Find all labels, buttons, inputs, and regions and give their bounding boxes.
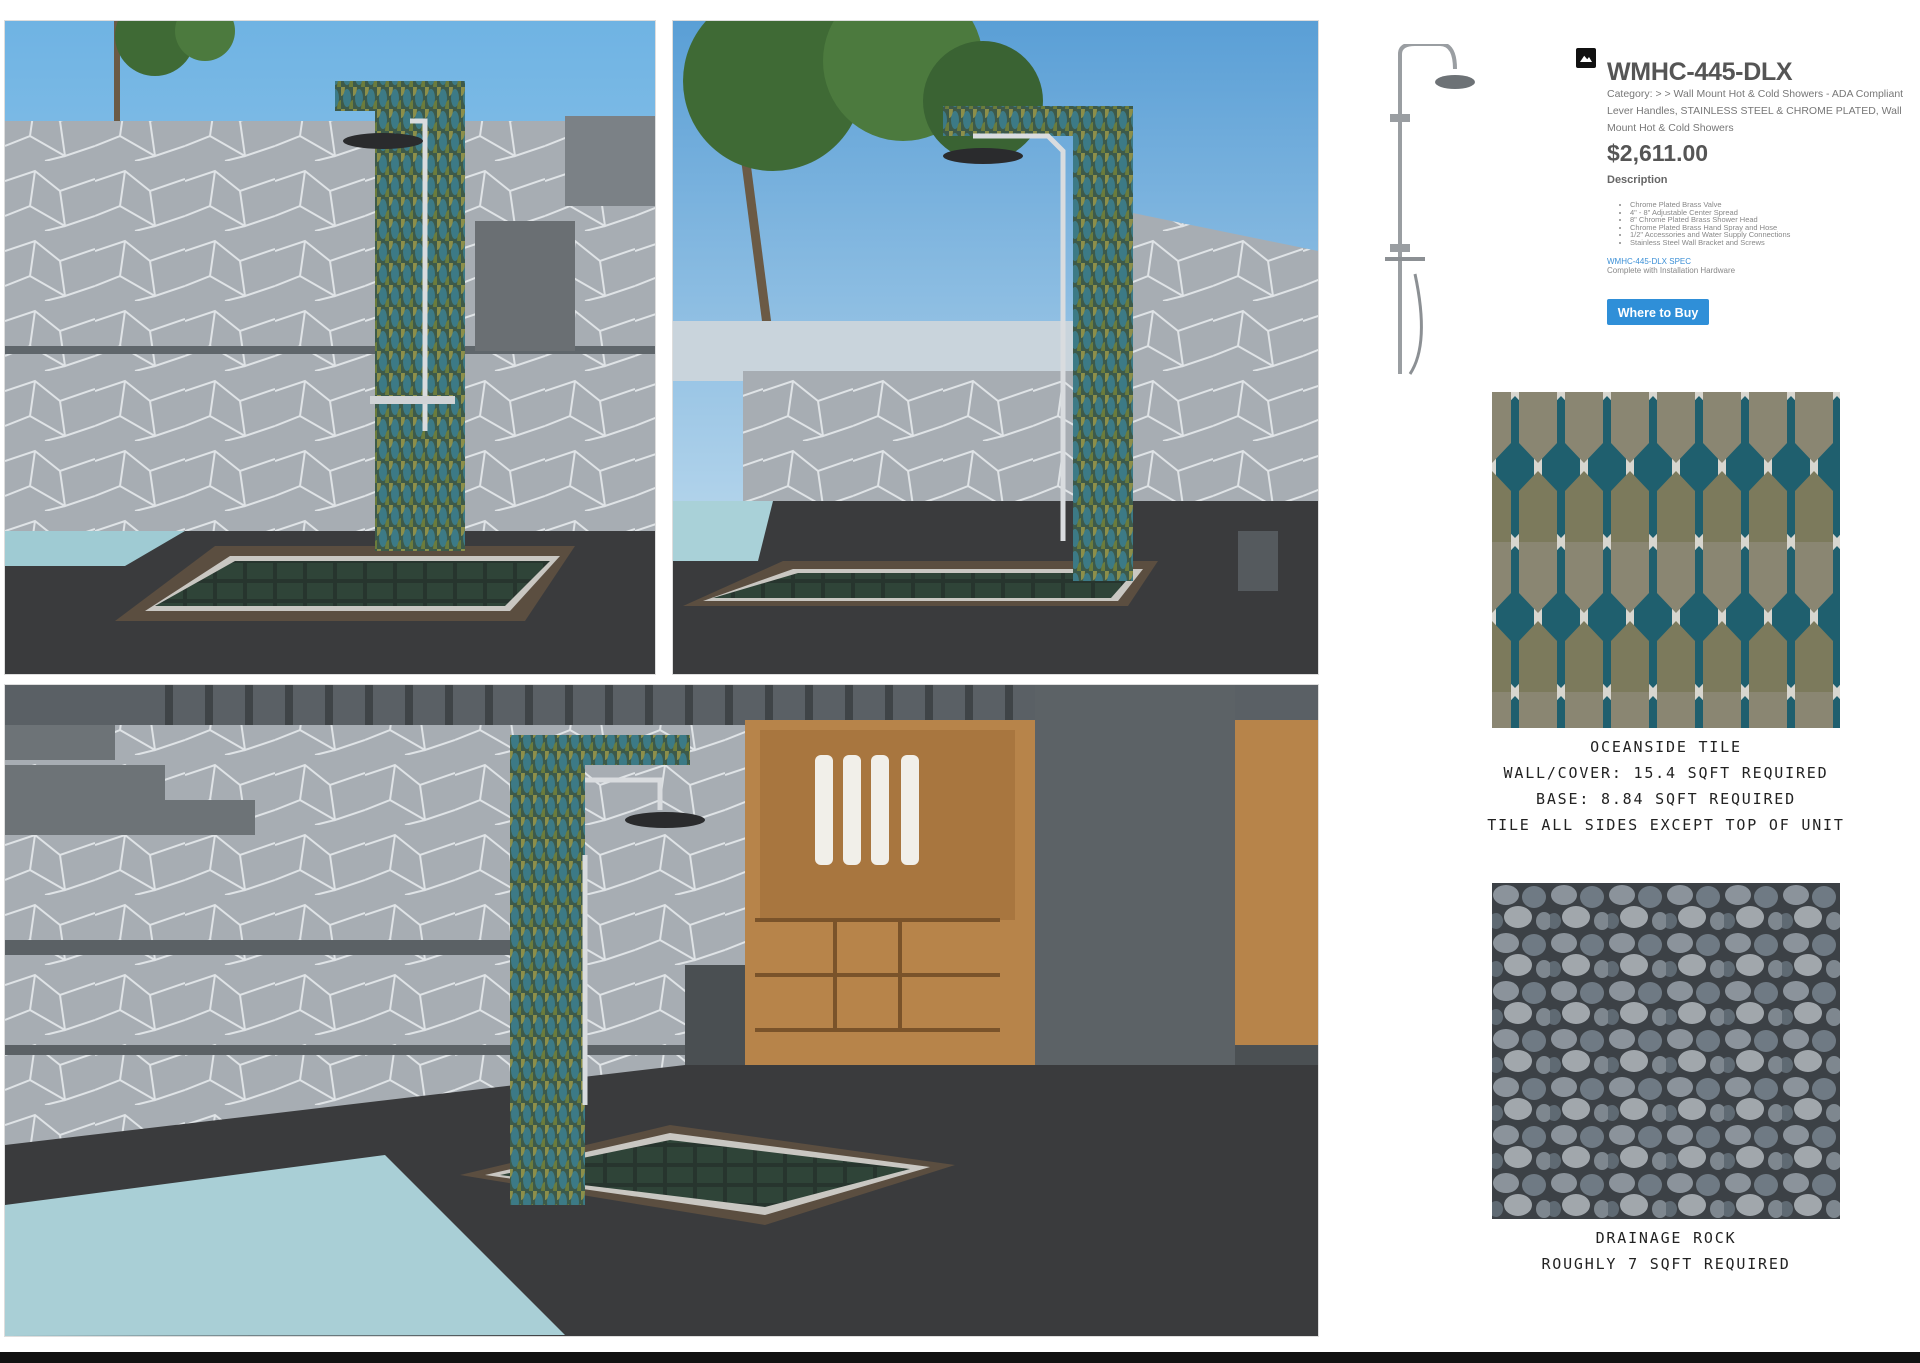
drainage-rock-swatch <box>1492 883 1840 1219</box>
spec-link[interactable]: WMHC-445-DLX SPEC <box>1607 257 1691 266</box>
description-list: Chrome Plated Brass Valve 4" - 8" Adjust… <box>1620 201 1790 247</box>
render-scene-2 <box>673 21 1318 674</box>
tile-caption-note: TILE ALL SIDES EXCEPT TOP OF UNIT <box>1487 816 1845 834</box>
rock-caption-amount: ROUGHLY 7 SQFT REQUIRED <box>1541 1255 1791 1273</box>
rock-caption-name: DRAINAGE ROCK <box>1595 1229 1737 1247</box>
render-view-front <box>4 20 656 675</box>
where-to-buy-button[interactable]: Where to Buy <box>1607 299 1709 325</box>
description-heading: Description <box>1607 174 1668 186</box>
spec-note: Complete with Installation Hardware <box>1607 266 1736 275</box>
product-title: WMHC-445-DLX <box>1607 58 1793 86</box>
image-icon <box>1576 48 1596 68</box>
product-category: Category: > > Wall Mount Hot & Cold Show… <box>1607 88 1904 134</box>
render-view-wide <box>4 684 1319 1337</box>
render-view-side <box>672 20 1319 675</box>
shower-fixture-photo <box>1385 44 1475 375</box>
render-scene-3 <box>5 685 1318 1336</box>
product-price: $2,611.00 <box>1607 140 1709 166</box>
tile-caption-wall: WALL/COVER: 15.4 SQFT REQUIRED <box>1503 764 1829 782</box>
tile-caption-name: OCEANSIDE TILE <box>1590 738 1742 756</box>
description-item: Stainless Steel Wall Bracket and Screws <box>1630 239 1790 247</box>
bottom-border <box>0 1352 1920 1363</box>
render-scene-1 <box>5 21 655 674</box>
tile-caption-base: BASE: 8.84 SQFT REQUIRED <box>1536 790 1796 808</box>
oceanside-tile-swatch <box>1492 392 1840 728</box>
